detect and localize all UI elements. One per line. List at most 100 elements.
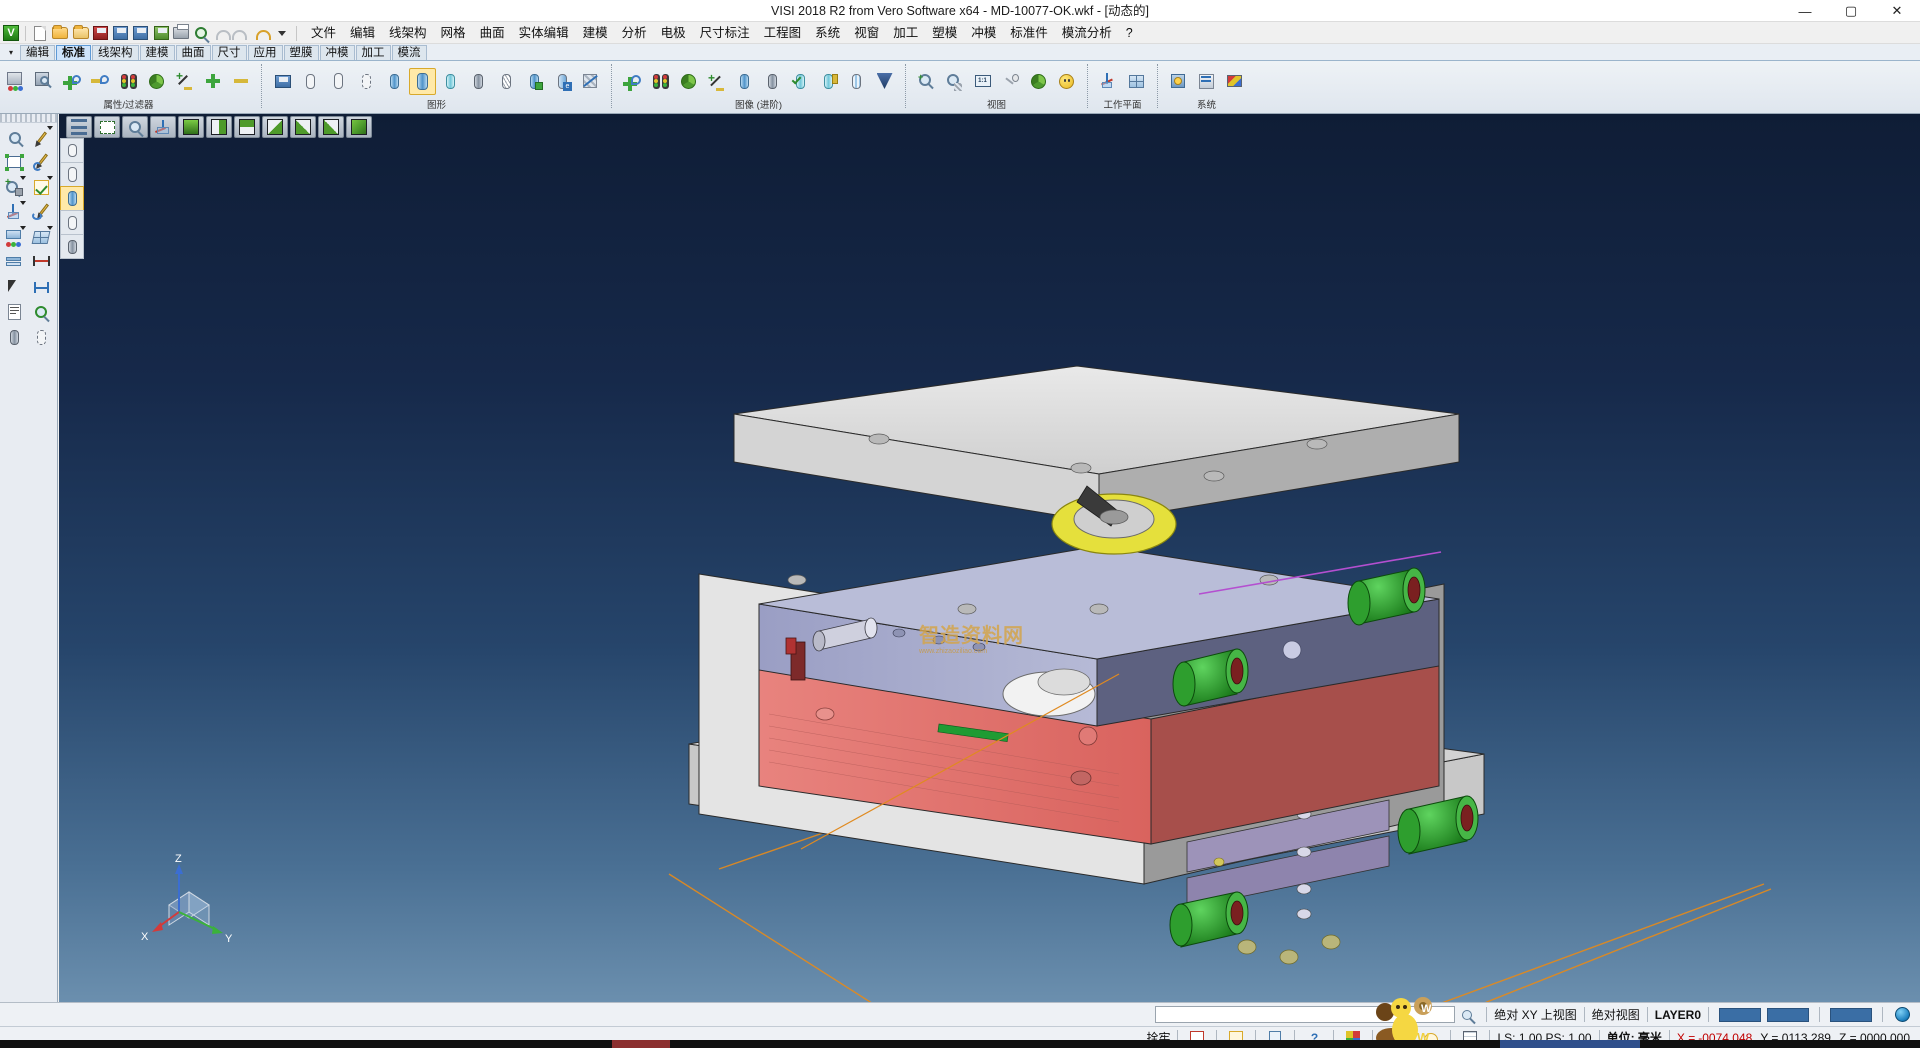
- toggle-advanced-tool[interactable]: +: [703, 68, 730, 95]
- color-swatch-1[interactable]: [1719, 1008, 1761, 1022]
- measure-icon[interactable]: [28, 250, 55, 275]
- view-iso-6-button[interactable]: [318, 116, 344, 138]
- view-preset-tool[interactable]: [1053, 68, 1080, 95]
- cancel-render-tool[interactable]: [577, 68, 604, 95]
- add-entity-tool[interactable]: [59, 68, 86, 95]
- tab-surface[interactable]: 曲面: [176, 45, 211, 60]
- shaded-tool[interactable]: [381, 68, 408, 95]
- minimize-button[interactable]: —: [1782, 0, 1828, 22]
- solid-mode-3[interactable]: [60, 186, 84, 211]
- remove-entity-tool[interactable]: [87, 68, 114, 95]
- menu-item-drawing[interactable]: 工程图: [757, 23, 809, 43]
- search-icon[interactable]: [1456, 1005, 1478, 1025]
- export-icon[interactable]: [152, 24, 170, 43]
- select-frame-button[interactable]: [94, 116, 120, 138]
- menu-item-dimension[interactable]: 尺寸标注: [693, 23, 757, 43]
- toggle-filter-tool[interactable]: +: [171, 68, 198, 95]
- menu-item-standard-parts[interactable]: 标准件: [1003, 23, 1055, 43]
- save-as-icon[interactable]: [112, 24, 130, 43]
- menu-item-file[interactable]: 文件: [304, 23, 343, 43]
- save-icon[interactable]: [92, 24, 110, 43]
- remove-layer-tool[interactable]: [227, 68, 254, 95]
- view-iso-2-button[interactable]: [206, 116, 232, 138]
- cursor-snap-icon[interactable]: [1, 275, 28, 300]
- dimension-icon[interactable]: [28, 275, 55, 300]
- menu-item-help[interactable]: ?: [1119, 23, 1140, 43]
- tab-wireframe[interactable]: 线架构: [92, 45, 139, 60]
- transparent-tool[interactable]: [437, 68, 464, 95]
- zoom-button[interactable]: [122, 116, 148, 138]
- shade-solid-tool[interactable]: [731, 68, 758, 95]
- view-iso-4-button[interactable]: [262, 116, 288, 138]
- tab-mold[interactable]: 塑膜: [284, 45, 319, 60]
- taskbar-item-2[interactable]: [1500, 1040, 1640, 1048]
- system-config-tool[interactable]: [1165, 68, 1192, 95]
- view-shaded-button[interactable]: [346, 116, 372, 138]
- dynamic-render-tool[interactable]: e: [549, 68, 576, 95]
- shade-check-tool[interactable]: [787, 68, 814, 95]
- color-swatch-3[interactable]: [1830, 1008, 1872, 1022]
- color-brush-icon[interactable]: [1, 225, 28, 250]
- system-color-tool[interactable]: [1221, 68, 1248, 95]
- solid-mode-4[interactable]: [60, 210, 84, 235]
- redo-icon[interactable]: [233, 24, 251, 43]
- tab-dimension[interactable]: 尺寸: [212, 45, 247, 60]
- menu-item-flow-analysis[interactable]: 模流分析: [1055, 23, 1119, 43]
- color-swatch-2[interactable]: [1767, 1008, 1809, 1022]
- maximize-button[interactable]: ▢: [1828, 0, 1874, 22]
- zoom-all-tool[interactable]: [941, 68, 968, 95]
- zoom-dynamic-tool[interactable]: [997, 68, 1024, 95]
- visibility-tool[interactable]: [115, 68, 142, 95]
- menu-item-machining[interactable]: 加工: [886, 23, 925, 43]
- open-folder-icon[interactable]: [51, 24, 69, 43]
- recycle-view-tool[interactable]: [675, 68, 702, 95]
- entity-info-icon[interactable]: [1, 300, 28, 325]
- save-copy-icon[interactable]: [132, 24, 150, 43]
- refresh-view-tool[interactable]: [143, 68, 170, 95]
- zoom-select-icon[interactable]: [1, 125, 28, 150]
- undo-icon[interactable]: [213, 24, 231, 43]
- new-file-icon[interactable]: [31, 24, 49, 43]
- current-layer-label[interactable]: LAYER0: [1655, 1008, 1701, 1022]
- 3d-viewport[interactable]: 智造资料网 www.zhizaoziliao.com Z X Y: [59, 114, 1920, 1002]
- section-view-tool[interactable]: [493, 68, 520, 95]
- traffic-light-tool[interactable]: [647, 68, 674, 95]
- zoom-plus-icon[interactable]: +: [1, 175, 28, 200]
- solid-mode-2[interactable]: [60, 162, 84, 187]
- outline-shade-tool[interactable]: [465, 68, 492, 95]
- menu-item-analysis[interactable]: 分析: [615, 23, 654, 43]
- menu-item-die[interactable]: 冲模: [964, 23, 1003, 43]
- check-toggle-icon[interactable]: [28, 175, 55, 200]
- redraw-tool[interactable]: [269, 68, 296, 95]
- layer-stack-icon[interactable]: [1, 250, 28, 275]
- pencil-spline-icon[interactable]: [28, 200, 55, 225]
- menu-item-window[interactable]: 视窗: [847, 23, 886, 43]
- tab-standard[interactable]: 标准: [56, 45, 91, 60]
- blank-icon[interactable]: [1, 325, 28, 350]
- chevron-down-icon[interactable]: [273, 24, 291, 43]
- print-preview-icon[interactable]: [192, 24, 210, 43]
- solid-mode-5[interactable]: [60, 234, 84, 259]
- tab-application[interactable]: 应用: [248, 45, 283, 60]
- shade-mesh-tool[interactable]: [759, 68, 786, 95]
- tab-edit[interactable]: 编辑: [20, 45, 55, 60]
- view-iso-3-button[interactable]: [234, 116, 260, 138]
- open-part-icon[interactable]: [71, 24, 89, 43]
- pencil-curve-icon[interactable]: [28, 150, 55, 175]
- shaded-edges-tool[interactable]: [409, 68, 436, 95]
- tab-overflow-arrow[interactable]: ▾: [2, 45, 20, 60]
- menu-item-surface[interactable]: 曲面: [473, 23, 512, 43]
- menu-item-edit[interactable]: 编辑: [343, 23, 382, 43]
- menu-item-mold[interactable]: 塑模: [925, 23, 964, 43]
- palette-grip[interactable]: [0, 114, 57, 123]
- hidden-line-dashed-tool[interactable]: [353, 68, 380, 95]
- tab-flow[interactable]: 模流: [392, 45, 427, 60]
- transparent-advanced-tool[interactable]: [843, 68, 870, 95]
- pencil-edit-icon[interactable]: [28, 125, 55, 150]
- zoom-window-tool[interactable]: +: [913, 68, 940, 95]
- layer-list-button[interactable]: [66, 116, 92, 138]
- print-icon[interactable]: [172, 24, 190, 43]
- axis-move-icon[interactable]: [1, 200, 28, 225]
- layer-manager-tool[interactable]: [31, 68, 58, 95]
- workplane-define-tool[interactable]: [1095, 68, 1122, 95]
